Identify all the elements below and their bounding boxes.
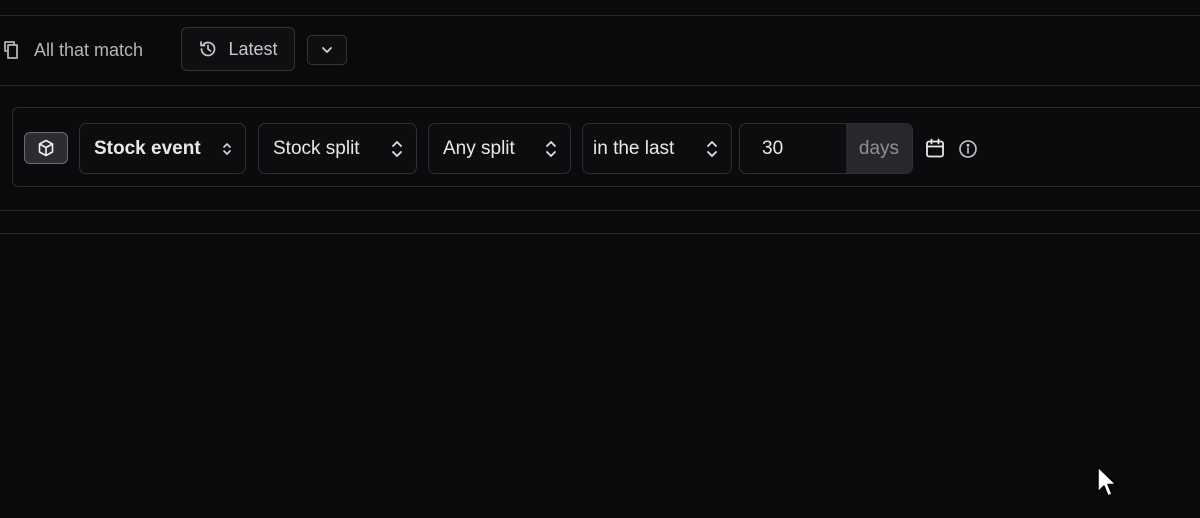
top-divider [0, 15, 1200, 16]
latest-label: Latest [228, 38, 278, 59]
chevron-up-down-icon [705, 139, 719, 159]
cube-icon [36, 138, 56, 158]
event-type-value: Stock event [94, 137, 201, 159]
filter-divider-top [0, 210, 1200, 211]
calendar-icon[interactable] [924, 137, 946, 159]
time-amount-input[interactable]: 30 [740, 124, 846, 173]
entity-type-button[interactable] [24, 132, 68, 164]
copy-icon [0, 39, 24, 61]
toolbar-row: All that match Latest [0, 27, 1200, 73]
match-mode-label: All that match [34, 39, 144, 60]
info-icon[interactable] [957, 138, 979, 160]
filter-divider-bottom [0, 233, 1200, 234]
history-icon [198, 39, 218, 59]
time-operator-select[interactable]: in the last [582, 123, 732, 174]
latest-button[interactable]: Latest [181, 27, 295, 71]
split-type-value: Any split [443, 137, 515, 159]
chevron-down-icon [321, 46, 333, 54]
split-type-select[interactable]: Any split [428, 123, 571, 174]
match-mode-selector[interactable]: All that match [0, 27, 143, 73]
event-type-select[interactable]: Stock event [79, 123, 246, 174]
toolbar-divider [0, 85, 1200, 86]
mouse-pointer-icon [1097, 466, 1119, 503]
query-builder-page: All that match Latest Stock event Stock … [0, 0, 1200, 518]
time-unit-label: days [846, 124, 912, 173]
chevron-up-down-icon [221, 141, 233, 157]
chevron-up-down-icon [544, 139, 558, 159]
event-subtype-select[interactable]: Stock split [258, 123, 417, 174]
event-subtype-value: Stock split [273, 137, 360, 159]
time-operator-value: in the last [593, 137, 675, 159]
chevron-up-down-icon [390, 139, 404, 159]
time-amount-input-group: 30 days [739, 123, 913, 174]
options-dropdown-button[interactable] [307, 35, 347, 65]
